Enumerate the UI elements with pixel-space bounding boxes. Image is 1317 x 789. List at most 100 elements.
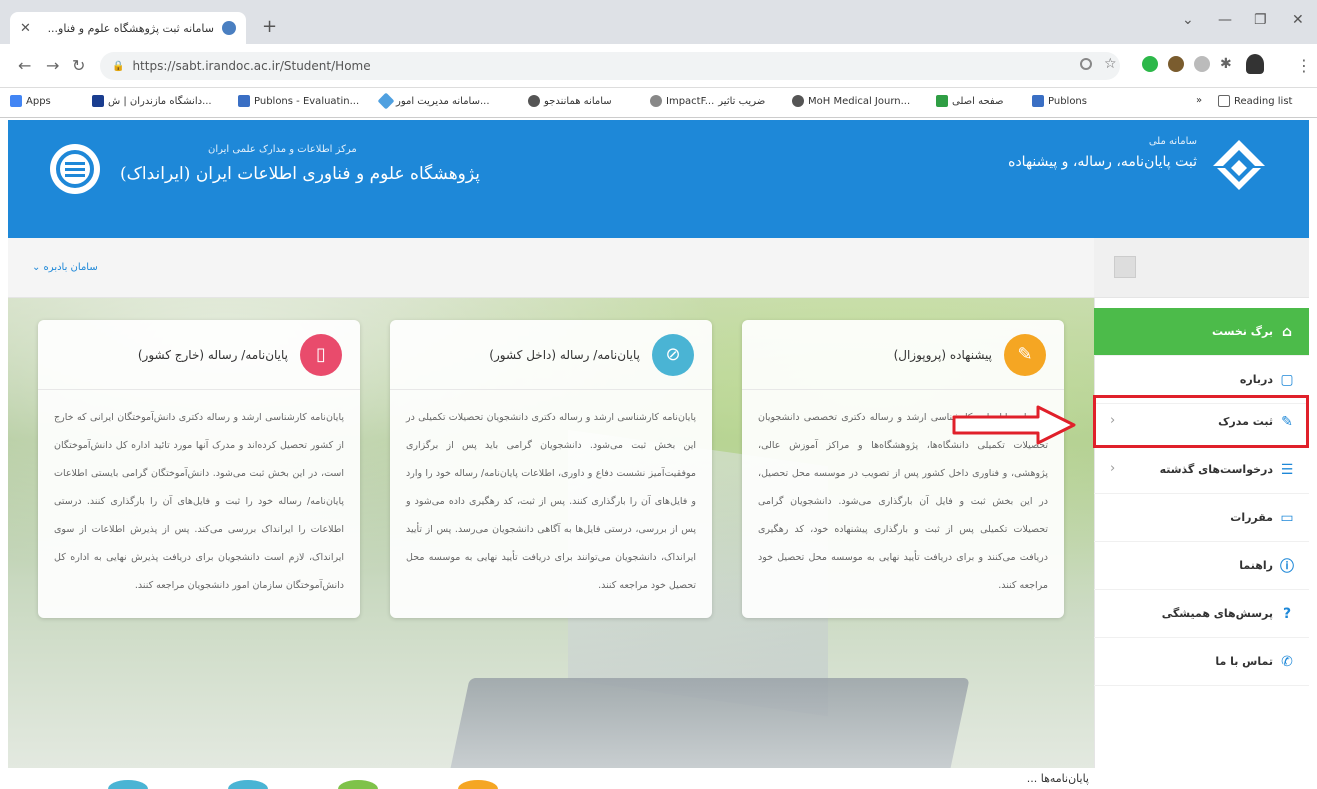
system-logo[interactable] (1211, 138, 1267, 198)
bookmark-item[interactable]: سامانه مدیریت امور... (377, 92, 490, 110)
sidebar-item-label: راهنما (1239, 559, 1273, 572)
bookmark-item[interactable]: دانشگاه مازندران | ش... (92, 95, 212, 107)
bookmark-favicon-icon (936, 95, 948, 107)
globe-icon (528, 95, 540, 107)
sidebar-item-label: درباره (1239, 373, 1273, 386)
sub-navigation-bar: سامان بادبره ⌄ (8, 238, 1094, 298)
sidebar-item-label: تماس با ما (1215, 655, 1273, 668)
page-icon: ▢ (1280, 371, 1294, 388)
bookmark-favicon-icon (92, 95, 104, 107)
home-icon: ⌂ (1281, 323, 1293, 340)
bookmark-item[interactable]: Publons - Evaluatin... (238, 95, 359, 107)
question-icon: ? (1282, 605, 1292, 622)
globe-icon (792, 95, 804, 107)
site-favicon-icon (222, 21, 236, 35)
org-name: پژوهشگاه علوم و فناوری اطلاعات ایران (ای… (120, 164, 480, 184)
user-menu[interactable]: سامان بادبره ⌄ (32, 262, 98, 273)
bookmark-apps[interactable]: Apps (10, 95, 51, 107)
publons-icon (1032, 95, 1044, 107)
address-bar-row: ← → ↻ 🔒 https://sabt.irandoc.ac.ir/Stude… (0, 44, 1317, 88)
translate-icon[interactable] (1080, 58, 1092, 70)
browser-tab-bar: سامانه ثبت پژوهشگاه علوم و فناو... ✕ + ⌄… (0, 0, 1317, 44)
reading-list-button[interactable]: Reading list (1218, 95, 1292, 107)
edit-icon: ✎ (1004, 333, 1046, 376)
paperclip-icon: ⊘ (652, 333, 694, 376)
bookmarks-bar: Apps دانشگاه مازندران | ش... Publons - E… (0, 88, 1317, 118)
system-subtitle: سامانه ملی (1148, 136, 1197, 147)
sidebar-item-guide[interactable]: ⓘ راهنما (1094, 542, 1309, 590)
irandoc-logo[interactable] (50, 144, 100, 194)
sidebar-item-past-requests[interactable]: ☰ درخواست‌های گذشته ‹ (1094, 446, 1309, 494)
circle-icon (108, 780, 148, 789)
sidebar-item-faq[interactable]: ? پرسش‌های همیشگی (1094, 590, 1309, 638)
card-body: پایان‌نامه کارشناسی ارشد و رساله دکتری د… (54, 412, 344, 591)
profile-avatar[interactable] (1246, 54, 1264, 74)
sidebar-item-label: مقررات (1230, 511, 1273, 524)
card-title: پیشنهاده (پروپوزال) (893, 347, 992, 362)
chevron-left-icon: ‹ (1110, 461, 1116, 476)
folder-icon: ▭ (1280, 509, 1294, 526)
tab-search-icon[interactable]: ⌄ (1182, 12, 1194, 28)
sidebar-item-contact[interactable]: ✆ تماس با ما (1094, 638, 1309, 686)
section-heading: پایان‌نامه‌ها ... (1026, 772, 1089, 785)
sidebar-menu: ⌂ برگ نخست ▢ درباره ✎ ثبت مدرک ‹ ☰ درخوا… (1094, 298, 1309, 768)
extensions-puzzle-icon[interactable]: ✱ (1220, 56, 1232, 72)
bookmark-item[interactable]: صفحه اصلی (936, 95, 1003, 107)
sidebar-item-label: پرسش‌های همیشگی (1161, 607, 1273, 620)
bookmark-favicon-icon (377, 92, 395, 110)
highlight-box (1093, 395, 1309, 448)
tab-close-icon[interactable]: ✕ (20, 21, 31, 36)
publons-icon (238, 95, 250, 107)
circle-icon (338, 780, 378, 789)
phone-icon: ✆ (1281, 653, 1293, 670)
system-name: ثبت پایان‌نامه، رساله، و پیشنهاده (1008, 154, 1197, 170)
card-body: پایان‌نامه کارشناسی ارشد و رساله دکتری د… (406, 412, 696, 591)
sidebar-item-regulations[interactable]: ▭ مقررات (1094, 494, 1309, 542)
info-icon: ⓘ (1280, 558, 1294, 575)
page-bottom-strip: پایان‌نامه‌ها ... (8, 768, 1309, 789)
laptop-image (446, 678, 970, 768)
browser-menu-icon[interactable]: ⋮ (1296, 56, 1312, 75)
domestic-thesis-card[interactable]: ⊘ پایان‌نامه/ رساله (داخل کشور) پایان‌نا… (390, 320, 712, 618)
sidebar-item-label: درخواست‌های گذشته (1159, 463, 1273, 476)
bookmark-item[interactable]: MoH Medical Journ... (792, 95, 910, 107)
proposal-card[interactable]: ✎ پیشنهاده (پروپوزال) پیشنهاده پایان‌نام… (742, 320, 1064, 618)
reload-button[interactable]: ↻ (72, 56, 85, 75)
lock-icon: 🔒 (112, 60, 125, 72)
maximize-button[interactable]: ❐ (1254, 12, 1267, 28)
card-title: پایان‌نامه/ رساله (خارج کشور) (137, 347, 288, 362)
user-avatar[interactable] (1114, 256, 1136, 278)
url-field[interactable]: 🔒 https://sabt.irandoc.ac.ir/Student/Hom… (100, 52, 1120, 80)
minimize-button[interactable]: — (1218, 12, 1232, 28)
org-subtitle: مرکز اطلاعات و مدارک علمی ایران (208, 144, 357, 155)
extension-camera-icon[interactable] (1194, 56, 1210, 72)
back-button[interactable]: ← (18, 56, 31, 75)
document-icon: ▯ (300, 333, 342, 376)
reading-list-icon (1218, 95, 1230, 107)
bookmark-item[interactable]: ImpactF... ضریب تاثیر (650, 95, 765, 107)
hero-section: ✎ پیشنهاده (پروپوزال) پیشنهاده پایان‌نام… (8, 298, 1094, 768)
tab-title: سامانه ثبت پژوهشگاه علوم و فناو... (47, 21, 214, 35)
sidebar-item-home[interactable]: ⌂ برگ نخست (1094, 308, 1309, 356)
foreign-thesis-card[interactable]: ▯ پایان‌نامه/ رساله (خارج کشور) پایان‌نا… (38, 320, 360, 618)
bookmarks-more-button[interactable]: » (1196, 95, 1202, 106)
sidebar-header (1094, 238, 1309, 298)
bookmark-item[interactable]: Publons (1032, 95, 1087, 107)
bookmark-star-icon[interactable]: ☆ (1104, 56, 1117, 72)
apps-grid-icon (10, 95, 22, 107)
browser-tab[interactable]: سامانه ثبت پژوهشگاه علوم و فناو... ✕ (10, 12, 246, 44)
card-title: پایان‌نامه/ رساله (داخل کشور) (489, 347, 640, 362)
circle-icon (228, 780, 268, 789)
annotation-arrow-icon (952, 405, 1076, 445)
forward-button[interactable]: → (46, 56, 59, 75)
sidebar-item-label: برگ نخست (1212, 325, 1273, 338)
new-tab-button[interactable]: + (262, 16, 277, 37)
bookmark-item[interactable]: سامانه همانندجو (528, 95, 612, 107)
bookmark-favicon-icon (650, 95, 662, 107)
site-header: مرکز اطلاعات و مدارک علمی ایران پژوهشگاه… (8, 120, 1309, 238)
extension-green-icon[interactable] (1142, 56, 1158, 72)
extension-brown-icon[interactable] (1168, 56, 1184, 72)
close-window-button[interactable]: ✕ (1292, 12, 1304, 28)
circle-icon (458, 780, 498, 789)
url-text: https://sabt.irandoc.ac.ir/Student/Home (132, 59, 371, 73)
